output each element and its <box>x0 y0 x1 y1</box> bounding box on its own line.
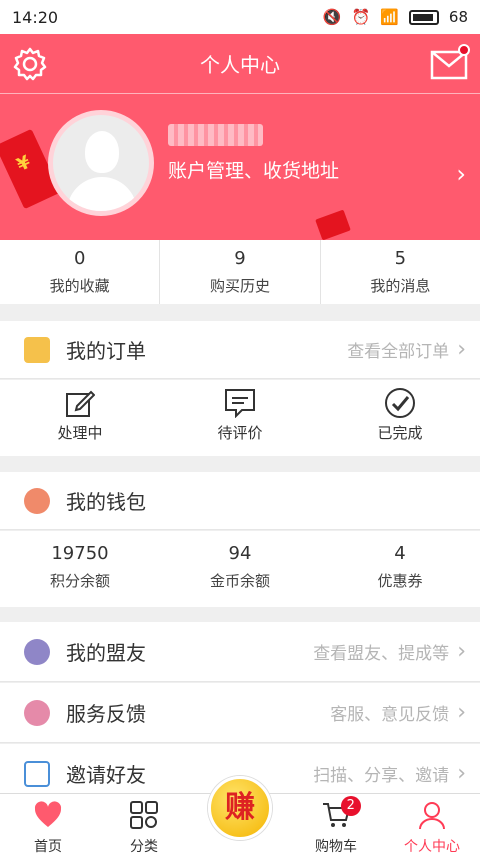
tab-cart[interactable]: 2 购物车 <box>288 794 384 853</box>
comment-icon <box>225 389 255 418</box>
clipboard-icon <box>24 336 50 363</box>
headset-icon <box>24 699 50 726</box>
chevron-right-icon: › <box>457 761 466 786</box>
order-pending-review[interactable]: 待评价 <box>160 380 320 456</box>
tab-me[interactable]: 个人中心 <box>384 794 480 853</box>
profile-card[interactable]: 账户管理、收货地址 › <box>0 94 480 240</box>
account-management-link[interactable]: 账户管理、收货地址 <box>168 156 339 183</box>
users-icon <box>24 638 50 665</box>
tab-home[interactable]: 首页 <box>0 794 96 853</box>
scan-icon <box>24 760 50 787</box>
stat-purchase-history[interactable]: 9 购买历史 <box>160 240 321 304</box>
message-button[interactable] <box>430 44 470 80</box>
earn-button[interactable]: 赚 <box>208 776 272 840</box>
avatar[interactable] <box>48 110 154 216</box>
home-heart-icon <box>34 801 62 827</box>
order-completed[interactable]: 已完成 <box>320 380 480 456</box>
stats-bar: 0 我的收藏 9 购买历史 5 我的消息 <box>0 240 480 304</box>
status-bar: 14:20 🔇 ⏰ 📶 68 <box>0 0 480 34</box>
order-status-grid: 处理中 待评价 已完成 <box>0 380 480 456</box>
wallet-coins[interactable]: 94 金币余额 <box>160 531 320 607</box>
wifi-icon: 📶 <box>380 8 399 26</box>
red-envelope-decoration <box>315 209 351 240</box>
status-time: 14:20 <box>12 7 59 27</box>
wallet-grid: 19750 积分余额 94 金币余额 4 优惠券 <box>0 531 480 607</box>
orders-header[interactable]: 我的订单 查看全部订单 › <box>0 321 480 379</box>
battery-icon <box>408 9 439 25</box>
wallet-coupons[interactable]: 4 优惠券 <box>320 531 480 607</box>
stat-favorites[interactable]: 0 我的收藏 <box>0 240 161 304</box>
mute-icon: 🔇 <box>322 8 342 26</box>
grid-icon <box>130 801 158 829</box>
view-all-orders-link[interactable]: 查看全部订单 <box>347 337 449 362</box>
money-bag-icon <box>24 487 50 514</box>
chevron-right-icon: › <box>457 639 466 664</box>
alarm-icon: ⏰ <box>351 8 371 26</box>
chevron-right-icon: › <box>456 160 466 188</box>
stat-messages[interactable]: 5 我的消息 <box>321 240 480 304</box>
user-icon <box>419 802 445 830</box>
battery-level: 68 <box>448 8 468 26</box>
edit-icon <box>66 390 95 417</box>
chevron-right-icon: › <box>457 337 466 362</box>
chevron-right-icon: › <box>457 700 466 725</box>
wallet-header[interactable]: 我的钱包 <box>0 472 480 530</box>
check-circle-icon <box>385 388 415 418</box>
gear-icon[interactable] <box>12 46 48 82</box>
feedback-row[interactable]: 服务反馈 客服、意见反馈 › <box>0 683 480 743</box>
page-title: 个人中心 <box>200 53 280 77</box>
top-header: 个人中心 <box>0 34 480 94</box>
tab-category[interactable]: 分类 <box>96 794 192 853</box>
allies-row[interactable]: 我的盟友 查看盟友、提成等 › <box>0 622 480 682</box>
unread-dot <box>458 44 470 56</box>
username-blurred <box>168 124 263 146</box>
cart-badge: 2 <box>340 796 361 816</box>
wallet-points[interactable]: 19750 积分余额 <box>0 531 160 607</box>
order-processing[interactable]: 处理中 <box>0 380 160 456</box>
